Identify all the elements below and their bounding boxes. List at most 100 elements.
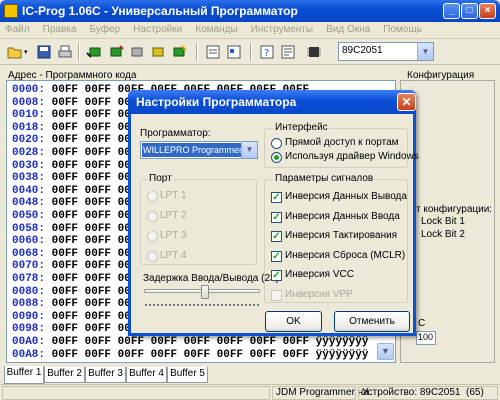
status-device-text: Устройство: 89C2051: [362, 387, 461, 398]
code-row-address: 0050:: [12, 210, 46, 222]
read-chip-icon[interactable]: [86, 43, 104, 61]
radio-lpt3[interactable]: [147, 231, 158, 242]
radio-lpt1[interactable]: [147, 191, 158, 202]
direct-port-label[interactable]: Прямой доступ к портам: [285, 137, 399, 148]
about-icon[interactable]: [279, 43, 297, 61]
code-row-address: 0070:: [12, 260, 46, 273]
signal-label[interactable]: Инверсия Данных Ввода: [285, 211, 400, 222]
program-chip-icon[interactable]: [107, 43, 125, 61]
code-row: 0010: 00FF 00FF 00FF: [12, 109, 144, 121]
blank-check-icon[interactable]: [170, 43, 188, 61]
ok-button[interactable]: OK: [265, 311, 322, 332]
menu-edit[interactable]: Правка: [38, 22, 82, 37]
code-row: 0050: 00FF 00FF 00FF: [12, 210, 144, 222]
code-row-address: 0028:: [12, 147, 46, 159]
code-row: 0078: 00FF 00FF 00FF: [12, 273, 144, 285]
help-icon[interactable]: ?: [258, 43, 276, 61]
save-icon[interactable]: [35, 43, 53, 61]
verify-chip-icon[interactable]: [149, 43, 167, 61]
code-row: 0060: 00FF 00FF 00FF: [12, 235, 144, 247]
code-row: 0058: 00FF 00FF 00FF: [12, 223, 144, 235]
io-delay-ticks: [145, 304, 259, 307]
windows-driver-label[interactable]: Используя драйвер Windows: [285, 151, 419, 162]
programmer-select-value: WILLEPRO Programmer: [142, 143, 241, 157]
signal-label[interactable]: Инверсия Тактирования: [285, 230, 397, 241]
code-row-address: 0080:: [12, 285, 46, 298]
status-programmer: JDM Programmer на: [272, 386, 369, 400]
erase-chip-icon[interactable]: [128, 43, 146, 61]
menu-commands[interactable]: Команды: [190, 22, 242, 37]
signal-checkbox[interactable]: ✓: [271, 192, 282, 203]
checksum-label: C: [418, 318, 426, 329]
signal-label[interactable]: Инверсия Данных Вывода: [285, 191, 407, 202]
code-row-address: 00A0:: [12, 336, 46, 348]
code-row: 0028: 00FF 00FF 00FF: [12, 147, 144, 159]
menu-view[interactable]: Вид Окна: [321, 22, 375, 37]
code-row: 00A0: 00FF 00FF 00FF 00FF 00FF 00FF 00FF…: [12, 336, 368, 348]
checksum-field[interactable]: 100: [416, 331, 436, 345]
io-delay-slider-thumb[interactable]: [201, 285, 209, 299]
radio-windows-driver[interactable]: [271, 152, 282, 163]
menu-file[interactable]: Файл: [0, 22, 35, 37]
scroll-down-button[interactable]: ▼: [377, 343, 394, 360]
signal-checkbox[interactable]: ✓: [271, 231, 282, 242]
signal-label[interactable]: Инверсия VPP: [285, 289, 353, 300]
code-row: 0048: 00FF 00FF 00FF: [12, 197, 144, 209]
radio-lpt4[interactable]: [147, 251, 158, 262]
io-delay-label: Задержка Ввода/Вывода (23): [143, 273, 279, 284]
tab-buffer-2[interactable]: Buffer 2: [44, 367, 85, 383]
device-chip-icon: [307, 47, 321, 57]
port-group: [140, 179, 257, 265]
signal-checkbox[interactable]: [271, 289, 282, 301]
signal-label[interactable]: Инверсия VCC: [285, 269, 354, 280]
menu-buffer[interactable]: Буфер: [85, 22, 126, 37]
code-row: 0030: 00FF 00FF 00FF: [12, 160, 144, 172]
open-folder-icon[interactable]: [6, 43, 24, 61]
minimize-button[interactable]: _: [443, 3, 460, 19]
code-row: 0088: 00FF 00FF 00FF: [12, 298, 144, 310]
tab-buffer-3[interactable]: Buffer 3: [85, 367, 126, 383]
print-icon[interactable]: [56, 43, 74, 61]
cancel-button[interactable]: Отменить: [334, 311, 410, 332]
tab-buffer-4[interactable]: Buffer 4: [126, 367, 167, 383]
lpt4-label: LPT 4: [160, 250, 187, 261]
code-row-address: 0048:: [12, 197, 46, 210]
menu-tools[interactable]: Инструменты: [246, 22, 318, 37]
buffer-view-icon[interactable]: [204, 43, 222, 61]
dialog-close-button[interactable]: ✕: [397, 93, 416, 111]
close-button[interactable]: ×: [479, 3, 496, 19]
maximize-button[interactable]: □: [461, 3, 478, 19]
signal-checkbox[interactable]: ✓: [271, 270, 282, 281]
menu-bar: Файл Правка Буфер Настройки Команды Инст…: [0, 22, 500, 39]
code-row-address: 0030:: [12, 159, 46, 172]
code-row-address: 0020:: [12, 134, 46, 147]
lock-bit-1-label[interactable]: Lock Bit 1: [421, 216, 465, 227]
chevron-down-icon[interactable]: ▼: [417, 43, 433, 60]
chevron-down-icon[interactable]: ▼: [241, 142, 257, 158]
signal-label[interactable]: Инверсия Сброса (MCLR): [285, 250, 405, 261]
svg-text:?: ?: [264, 48, 269, 59]
lpt1-label: LPT 1: [160, 190, 187, 201]
tab-buffer-5[interactable]: Buffer 5: [167, 367, 208, 383]
open-dropdown-arrow[interactable]: ▾: [24, 48, 28, 56]
radio-lpt2[interactable]: [147, 211, 158, 222]
config-view-icon[interactable]: [225, 43, 243, 61]
code-row-data: 00FF 00FF 00FF 00FF 00FF 00FF 00FF 00FF …: [51, 348, 369, 361]
dialog-title: Настройки Программатора: [136, 95, 297, 109]
menu-settings[interactable]: Настройки: [128, 22, 187, 37]
code-row-data: 00FF 00FF 00FF 00FF 00FF 00FF 00FF 00FF …: [51, 336, 369, 348]
signal-checkbox[interactable]: ✓: [271, 250, 282, 262]
code-row: 0098: 00FF 00FF 00FF: [12, 323, 144, 335]
device-select[interactable]: 89C2051 ▼: [338, 42, 434, 61]
toolbar-separator: [78, 43, 80, 61]
programmer-select[interactable]: WILLEPRO Programmer ▼: [140, 141, 258, 159]
menu-help[interactable]: Помощь: [378, 22, 427, 37]
signal-checkbox[interactable]: ✓: [271, 211, 282, 223]
lock-bit-2-label[interactable]: Lock Bit 2: [421, 229, 465, 240]
code-row-address: 0008:: [12, 96, 46, 109]
radio-direct-port[interactable]: [271, 138, 282, 149]
tab-buffer-1[interactable]: Buffer 1: [4, 366, 44, 384]
toolbar-separator: [196, 43, 198, 61]
code-row: 0040: 00FF 00FF 00FF: [12, 185, 144, 197]
code-row-address: 0098:: [12, 323, 46, 336]
